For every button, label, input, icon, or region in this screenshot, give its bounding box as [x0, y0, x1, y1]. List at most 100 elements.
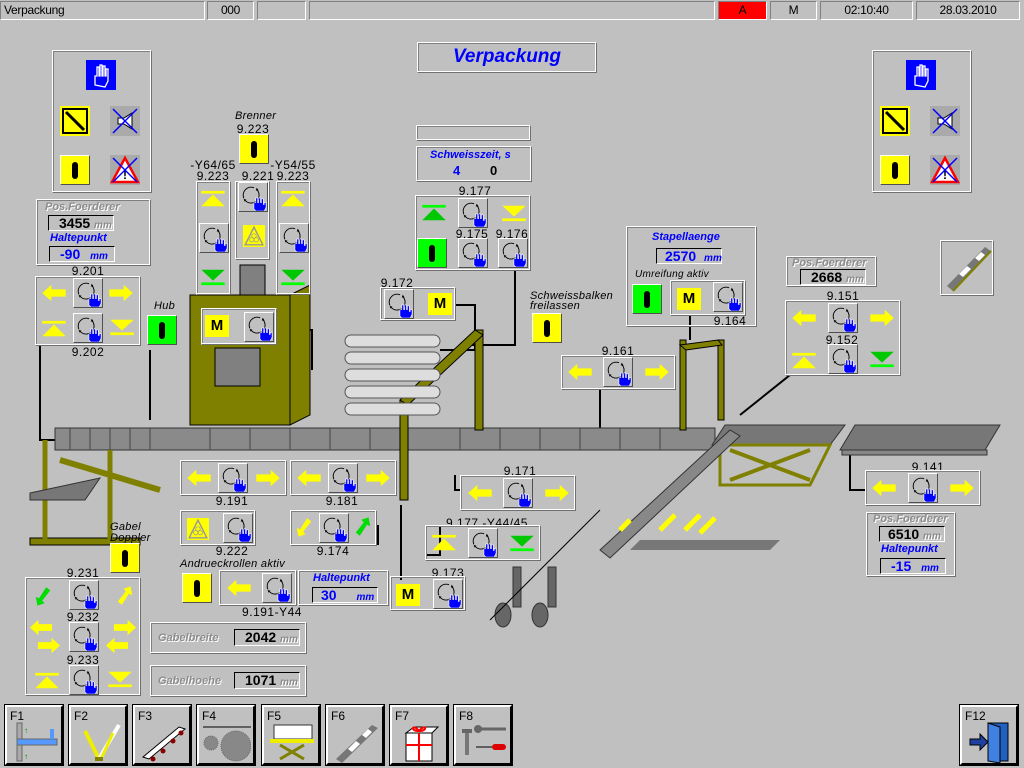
horn-off-icon[interactable]: [110, 106, 140, 136]
arrow-left-icon[interactable]: [466, 484, 494, 502]
hub-indicator[interactable]: [147, 315, 177, 345]
lower-down-icon[interactable]: [199, 268, 227, 286]
umreifung-indicator[interactable]: [632, 284, 662, 314]
manual-rotate-button[interactable]: [328, 463, 358, 493]
manual-rotate-button[interactable]: [69, 665, 99, 695]
arrow-right-icon[interactable]: [254, 469, 282, 487]
arrow-right-icon[interactable]: [643, 363, 671, 381]
lift-up-icon[interactable]: [279, 190, 307, 208]
manual-rotate-button[interactable]: [69, 622, 99, 652]
manual-rotate-button[interactable]: [244, 312, 274, 342]
arrow-right-icon[interactable]: [543, 484, 571, 502]
diagonal-arrow-down-left-icon[interactable]: [35, 584, 51, 608]
lift-up-icon[interactable]: [40, 320, 68, 338]
burner-icon[interactable]: [187, 518, 209, 540]
arrow-left-icon[interactable]: [566, 363, 594, 381]
reset-diagonal-icon[interactable]: [880, 106, 910, 136]
manual-rotate-button[interactable]: [319, 513, 349, 543]
manual-rotate-button[interactable]: [384, 289, 414, 319]
manual-rotate-button[interactable]: [468, 528, 498, 558]
manual-hand-icon[interactable]: [906, 60, 936, 90]
manual-rotate-button[interactable]: [603, 357, 633, 387]
manual-mode-button[interactable]: M: [428, 293, 452, 315]
lift-up-icon[interactable]: [430, 534, 458, 552]
manual-rotate-button[interactable]: [908, 473, 938, 503]
arrow-left-icon[interactable]: [28, 619, 54, 636]
start-indicator-right[interactable]: [880, 155, 910, 185]
manual-rotate-button[interactable]: [218, 463, 248, 493]
arrow-right-icon[interactable]: [107, 284, 135, 302]
arrow-right-icon[interactable]: [364, 469, 392, 487]
reset-diagonal-icon[interactable]: [60, 106, 90, 136]
warning-off-icon[interactable]: [930, 155, 960, 185]
arrow-left-icon[interactable]: [790, 309, 818, 327]
f5-button[interactable]: F5: [261, 704, 321, 766]
gabel-doppler-indicator[interactable]: [110, 543, 140, 573]
warning-off-icon[interactable]: [110, 155, 140, 185]
f8-button[interactable]: F8: [453, 704, 513, 766]
weld-indicator[interactable]: [417, 238, 447, 268]
manual-rotate-button[interactable]: [199, 223, 229, 253]
brenner-indicator[interactable]: [239, 134, 269, 164]
lift-down-icon[interactable]: [108, 318, 136, 336]
lift-up-icon[interactable]: [420, 204, 448, 222]
f6-button[interactable]: F6: [325, 704, 385, 766]
manual-rotate-button[interactable]: [713, 282, 743, 312]
manual-rotate-button[interactable]: [73, 278, 103, 308]
f2-button[interactable]: F2: [68, 704, 128, 766]
manual-rotate-button[interactable]: [433, 579, 463, 609]
arrow-left-icon[interactable]: [225, 579, 253, 597]
diagonal-arrow-up-right-icon[interactable]: [355, 515, 371, 539]
manual-hand-icon[interactable]: [86, 60, 116, 90]
stapellaenge-field[interactable]: 2570 mm: [656, 248, 722, 264]
lift-up-icon[interactable]: [199, 190, 227, 208]
manual-rotate-button[interactable]: [828, 303, 858, 333]
horn-off-icon[interactable]: [930, 106, 960, 136]
f12-button[interactable]: F12: [959, 704, 1019, 766]
manual-mode-button[interactable]: M: [677, 288, 701, 310]
manual-rotate-button[interactable]: [223, 513, 253, 543]
f3-button[interactable]: F3: [132, 704, 192, 766]
schweisszeit-set[interactable]: 4: [453, 163, 460, 178]
manual-rotate-button[interactable]: [69, 580, 99, 610]
manual-rotate-button[interactable]: [503, 478, 533, 508]
manual-rotate-button[interactable]: [73, 313, 103, 343]
arrow-left-icon[interactable]: [295, 469, 323, 487]
lift-up-icon[interactable]: [33, 672, 61, 690]
lower-down-icon[interactable]: [508, 534, 536, 552]
arrow-left-icon[interactable]: [185, 469, 213, 487]
diagonal-arrow-down-left-icon[interactable]: [296, 515, 312, 539]
arrow-left-icon[interactable]: [40, 284, 68, 302]
arrow-left-icon[interactable]: [104, 637, 130, 654]
arrow-right-icon[interactable]: [112, 619, 138, 636]
lift-up-icon[interactable]: [790, 352, 818, 370]
lower-down-icon[interactable]: [500, 204, 528, 222]
manual-rotate-button[interactable]: [458, 198, 488, 228]
manual-rotate-button[interactable]: [498, 238, 528, 268]
f7-button[interactable]: F7: [389, 704, 449, 766]
andrueckrollen-indicator[interactable]: [182, 573, 212, 603]
manual-rotate-button[interactable]: [262, 573, 292, 603]
arrow-right-icon[interactable]: [948, 479, 976, 497]
burner-icon[interactable]: [243, 225, 265, 247]
arrow-left-icon[interactable]: [870, 479, 898, 497]
manual-rotate-button[interactable]: [828, 344, 858, 374]
schweissbalken-indicator[interactable]: [532, 313, 562, 343]
f4-button[interactable]: F4: [196, 704, 256, 766]
lower-down-icon[interactable]: [279, 268, 307, 286]
manual-rotate-button[interactable]: [279, 223, 309, 253]
haltepunkt-field[interactable]: -90 mm: [49, 246, 115, 262]
f1-button[interactable]: F1 ↑ ↑: [4, 704, 64, 766]
lower-down-icon[interactable]: [106, 670, 134, 688]
manual-mode-button[interactable]: M: [205, 315, 229, 337]
start-indicator-left[interactable]: [60, 155, 90, 185]
arrow-right-icon[interactable]: [868, 309, 896, 327]
lower-down-icon[interactable]: [868, 350, 896, 368]
manual-mode-button[interactable]: M: [396, 584, 420, 606]
diagonal-arrow-up-right-icon[interactable]: [117, 584, 133, 608]
manual-rotate-button[interactable]: [238, 182, 268, 212]
conveyor-view-button[interactable]: [940, 240, 994, 296]
manual-rotate-button[interactable]: [458, 238, 488, 268]
haltepunkt-field[interactable]: 30 mm: [312, 587, 378, 603]
arrow-right-icon[interactable]: [36, 637, 62, 654]
